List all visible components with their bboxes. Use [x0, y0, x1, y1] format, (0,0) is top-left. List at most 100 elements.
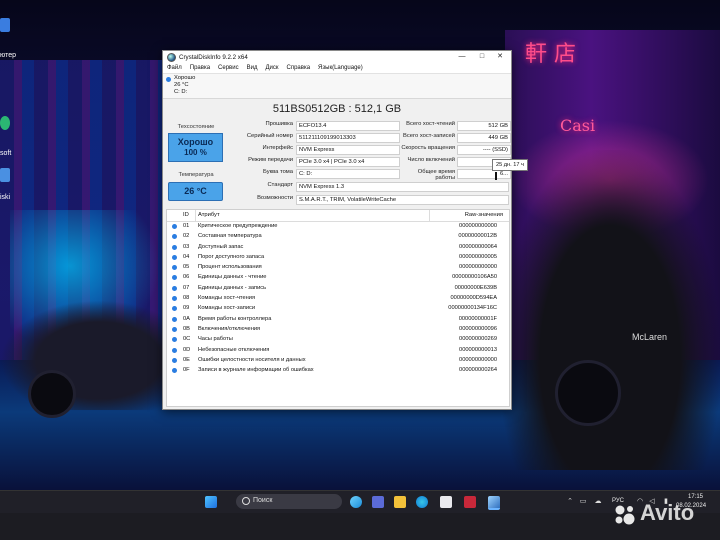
desktop-icon-1[interactable] — [0, 18, 10, 32]
row-raw-value: 000000000000 — [459, 223, 497, 229]
taskbar: Поиск ⌃ ▭ ☁ РУС ◠ ◁ ▮ 17:15 08.02.2024 — [0, 490, 720, 540]
tray-chevron-up-icon[interactable]: ⌃ — [566, 497, 574, 505]
drive-tab[interactable]: Хорошо 26 °C C: D: — [165, 75, 207, 96]
table-row[interactable]: 07 Единицы данных - запись 00000000E639B — [167, 284, 509, 294]
smart-attributes-table[interactable]: ID Атрибут Raw-значения 01 Критическое пр… — [166, 209, 510, 407]
microsoft-store-icon[interactable] — [440, 496, 452, 508]
info-label: Всего хост-записей — [403, 133, 455, 139]
row-attribute: Команды хост-записи — [198, 305, 256, 312]
row-attribute: Часы работы — [198, 336, 233, 343]
column-attribute[interactable]: Атрибут — [198, 212, 220, 218]
status-dot-icon — [172, 326, 177, 332]
row-id: 03 — [183, 243, 190, 250]
table-row[interactable]: 03 Доступный запас 000000000064 — [167, 243, 509, 253]
row-attribute: Записи в журнале информации об ошибках — [198, 367, 314, 374]
copilot-icon[interactable] — [350, 496, 362, 508]
row-raw-value: 00000000012B — [458, 233, 497, 240]
tray-network-icon[interactable]: ▭ — [579, 497, 587, 505]
info-value: 512 GB — [457, 121, 511, 131]
row-attribute: Порог доступного запаса — [198, 253, 265, 260]
taskbar-strip: Поиск ⌃ ▭ ☁ РУС ◠ ◁ ▮ 17:15 08.02.2024 — [0, 490, 720, 513]
table-row[interactable]: 0E Ошибки целостности носителя и данных 00… — [167, 356, 509, 366]
row-id: 06 — [183, 274, 190, 281]
app-icon-red[interactable] — [464, 496, 476, 508]
status-dot-icon — [172, 347, 177, 353]
drive-status-dot-icon — [166, 77, 171, 82]
row-raw-value: 00000000E639B — [454, 284, 497, 291]
row-attribute: Доступный запас — [198, 243, 244, 250]
row-id: 0A — [183, 315, 190, 322]
row-id: 04 — [183, 253, 190, 260]
info-row-power-on-count: Число включений 15 — [163, 157, 511, 167]
info-label: Возможности — [257, 195, 293, 201]
info-row-standard: Стандарт NVM Express 1.3 — [163, 182, 511, 192]
table-row[interactable]: 0F Записи в журнале информации об ошибках… — [167, 366, 509, 376]
row-id: 08 — [183, 295, 190, 302]
row-id: 02 — [183, 233, 190, 240]
status-dot-icon — [172, 357, 177, 363]
status-dot-icon — [172, 296, 177, 302]
drive-tab-temp: 26 °C — [174, 82, 189, 88]
desktop-icon-label: ютер — [0, 52, 17, 59]
info-value: NVM Express 1.3 — [296, 182, 509, 192]
info-row-features: Возможности S.M.A.R.T., TRIM, VolatileWr… — [163, 195, 511, 205]
menu-help[interactable]: Справка — [287, 65, 311, 71]
row-attribute: Критическое предупреждение — [198, 223, 278, 229]
minimize-button[interactable]: — — [453, 51, 471, 63]
wallpaper-sign-2: Casi — [560, 116, 596, 135]
wallpaper-car-brand: McLaren — [632, 332, 668, 342]
smart-table-body: 01 Критическое предупреждение 000000000000… — [167, 222, 509, 376]
status-dot-icon — [172, 368, 177, 374]
table-row[interactable]: 0B Включения/отключения 000000000096 — [167, 325, 509, 335]
maximize-button[interactable]: □ — [473, 51, 491, 63]
edge-browser-icon[interactable] — [416, 496, 428, 508]
desktop-icon-2[interactable] — [0, 116, 10, 130]
row-raw-value: 00000000106A50 — [452, 274, 497, 281]
menu-service[interactable]: Сервис — [218, 65, 239, 71]
menu-file[interactable]: Файл — [167, 65, 182, 71]
wallpaper-car-left — [0, 300, 180, 410]
text-cursor-icon — [495, 172, 497, 180]
row-attribute: Время работы контроллера — [198, 315, 272, 322]
file-explorer-icon[interactable] — [394, 496, 406, 508]
title-bar[interactable]: CrystalDiskInfo 9.2.2 x64 — □ ✕ — [163, 51, 511, 63]
crystaldiskinfo-taskbar-icon[interactable] — [488, 496, 500, 510]
row-id: 0E — [183, 356, 190, 363]
table-row[interactable]: 05 Процент использования 000000000000 — [167, 263, 509, 273]
info-row-power-on-hours: Общее время работы 6... — [163, 169, 511, 181]
menu-disk[interactable]: Диск — [265, 65, 278, 71]
column-raw-values[interactable]: Raw-значения — [465, 212, 503, 218]
tray-onedrive-icon[interactable]: ☁ — [594, 497, 602, 505]
table-row[interactable]: 01 Критическое предупреждение 000000000000 — [167, 222, 509, 232]
menu-edit[interactable]: Правка — [190, 65, 210, 71]
info-row-host-writes: Всего хост-записей 449 GB — [163, 133, 511, 143]
column-id[interactable]: ID — [183, 212, 189, 218]
table-row[interactable]: 08 Команды хост-чтения 00000000D594EA — [167, 294, 509, 304]
row-raw-value: 000000000000 — [459, 264, 497, 271]
search-input[interactable]: Поиск — [236, 494, 342, 509]
row-raw-value: 00000000001F — [458, 315, 497, 322]
close-button[interactable]: ✕ — [491, 51, 509, 63]
row-id: 07 — [183, 284, 190, 291]
row-raw-value: 000000000005 — [459, 253, 497, 260]
menu-view[interactable]: Вид — [247, 65, 258, 71]
info-row-rotation-rate: Скорость вращения ---- (SSD) — [163, 145, 511, 155]
wallpaper-car-right — [500, 150, 720, 470]
desktop-icon-3[interactable] — [0, 168, 10, 182]
smart-table-header: ID Атрибут Raw-значения — [167, 210, 509, 222]
table-row[interactable]: 06 Единицы данных - чтение 00000000106A50 — [167, 273, 509, 283]
meet-icon[interactable] — [372, 496, 384, 508]
wallpaper-wheel — [555, 360, 621, 426]
table-row[interactable]: 0C Часы работы 000000000269 — [167, 335, 509, 345]
avito-watermark: Avito — [640, 500, 695, 525]
row-raw-value: 000000000269 — [459, 336, 497, 343]
table-row[interactable]: 0D Небезопасные отключения 000000000013 — [167, 346, 509, 356]
menu-language[interactable]: Язык(Language) — [318, 65, 363, 71]
start-windows-icon[interactable] — [205, 496, 217, 508]
info-label: Стандарт — [267, 182, 293, 188]
table-row[interactable]: 0A Время работы контроллера 00000000001F — [167, 315, 509, 325]
table-row[interactable]: 02 Составная температура 00000000012B — [167, 232, 509, 242]
table-row[interactable]: 04 Порог доступного запаса 000000000005 — [167, 253, 509, 263]
table-row[interactable]: 09 Команды хост-записи 00000000134F16C — [167, 304, 509, 314]
row-attribute: Ошибки целостности носителя и данных — [198, 356, 306, 363]
